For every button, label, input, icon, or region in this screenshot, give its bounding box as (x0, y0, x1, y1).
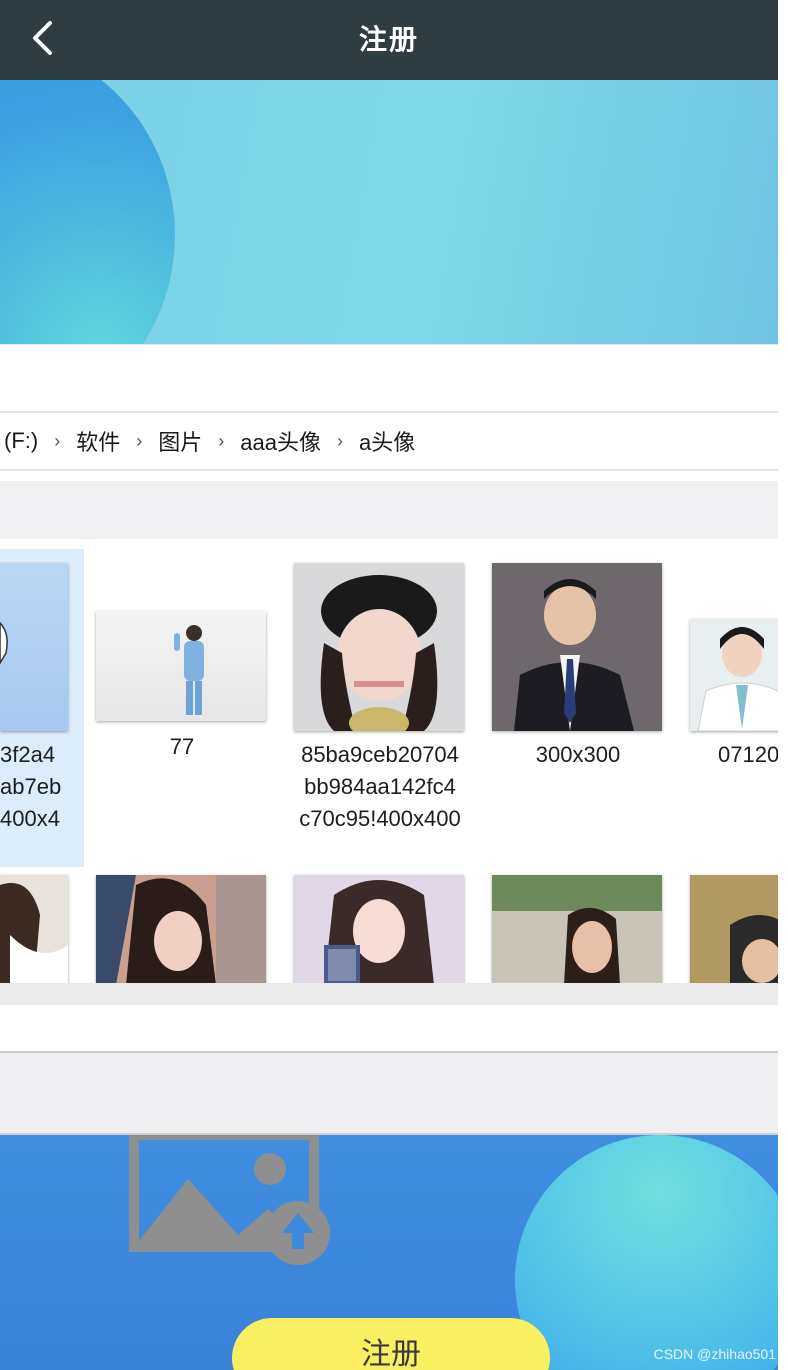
banner-circle-decoration (515, 1135, 778, 1370)
breadcrumb-item-software[interactable]: 软件 (72, 425, 124, 457)
chevron-right-icon: › (54, 430, 61, 451)
file-tile[interactable] (492, 875, 664, 985)
file-thumbnail (492, 875, 662, 985)
filename-input[interactable] (0, 1005, 788, 1053)
banner-circle-decoration (0, 80, 175, 345)
file-tile[interactable]: 85ba9ceb20704 bb984aa142fc4 c70c95!400x4… (294, 549, 470, 849)
right-edge (778, 0, 788, 1370)
chevron-right-icon: › (136, 430, 143, 451)
dialog-scroll-gutter (0, 983, 788, 1005)
file-tile[interactable] (690, 875, 788, 985)
file-tile[interactable]: 07120 (690, 549, 788, 769)
breadcrumb-item-drive[interactable]: (F:) (0, 428, 42, 454)
file-grid: 3f2a4 ab7eb 400x4 77 85ba9ceb20704 bb984… (0, 541, 788, 985)
file-thumbnail (0, 875, 68, 985)
file-tile[interactable]: 3f2a4 ab7eb 400x4 (0, 549, 84, 867)
file-tile[interactable]: 300x300 (492, 549, 664, 769)
page-title: 注册 (358, 24, 419, 55)
file-name: 85ba9ceb20704 bb984aa142fc4 c70c95!400x4… (299, 742, 461, 831)
file-thumbnail (690, 875, 788, 985)
dialog-button-bar (0, 1053, 788, 1135)
file-tile[interactable] (96, 875, 268, 985)
file-name: 3f2a4 ab7eb 400x4 (0, 742, 62, 831)
file-name: 77 (169, 734, 195, 759)
breadcrumb-item-a-avatars[interactable]: a头像 (355, 425, 419, 457)
address-breadcrumb[interactable]: (F:) › 软件 › 图片 › aaa头像 › a头像 (0, 411, 788, 471)
dialog-toolbar (0, 481, 788, 539)
file-name: 300x300 (535, 742, 621, 767)
file-thumbnail (0, 563, 68, 731)
register-button[interactable]: 注册 (232, 1318, 550, 1370)
file-thumbnail (294, 875, 464, 985)
file-thumbnail (690, 619, 788, 731)
file-tile[interactable]: 77 (96, 549, 268, 759)
file-tile[interactable] (294, 875, 466, 985)
chevron-right-icon: › (218, 430, 225, 451)
chevron-right-icon: › (336, 430, 343, 451)
file-tile[interactable] (0, 875, 70, 985)
dialog-title-strip (0, 345, 788, 409)
file-picker-dialog: (F:) › 软件 › 图片 › aaa头像 › a头像 3f2a4 ab7eb… (0, 345, 788, 1135)
image-upload-icon[interactable] (128, 1135, 333, 1265)
breadcrumb-item-pictures[interactable]: 图片 (154, 425, 206, 457)
header-bar: 注册 (0, 0, 778, 80)
file-thumbnail (492, 563, 662, 731)
top-banner (0, 80, 778, 345)
file-thumbnail (294, 563, 464, 731)
file-thumbnail (96, 611, 266, 721)
register-page: 注册 (F:) › 软件 › 图片 › aaa头像 › a头像 3f2a4 ab… (0, 0, 788, 1370)
file-thumbnail (96, 875, 266, 985)
watermark-text: CSDN @zhihao501 (653, 1346, 776, 1362)
breadcrumb-item-aaa-avatars[interactable]: aaa头像 (236, 425, 325, 457)
